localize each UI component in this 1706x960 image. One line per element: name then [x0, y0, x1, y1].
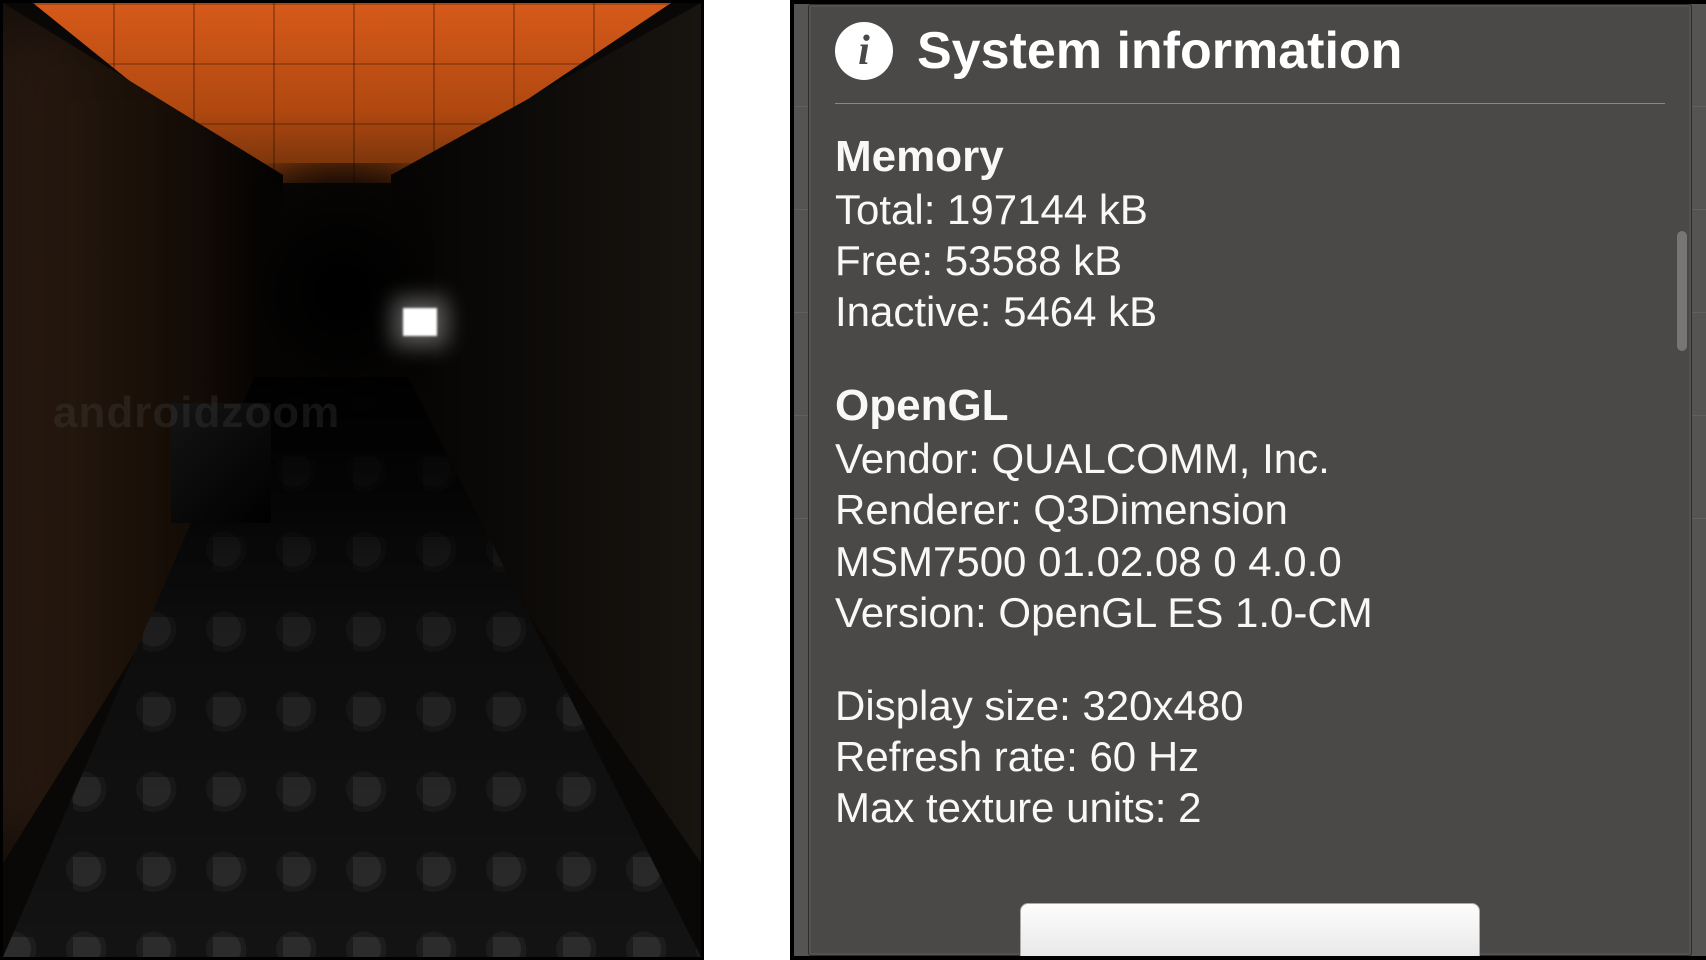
opengl-version: Version: OpenGL ES 1.0-CM [835, 587, 1665, 638]
dialog-title: System information [917, 21, 1402, 81]
screenshot-divider [704, 0, 790, 960]
dialog-body[interactable]: Memory Total: 197144 kB Free: 53588 kB I… [835, 104, 1665, 834]
info-icon [835, 22, 893, 80]
ok-button[interactable] [1020, 903, 1480, 960]
memory-total: Total: 197144 kB [835, 184, 1665, 235]
opengl-renderer-line1: Renderer: Q3Dimension [835, 484, 1665, 535]
opengl-renderer-line2: MSM7500 01.02.08 0 4.0.0 [835, 536, 1665, 587]
display-refresh: Refresh rate: 60 Hz [835, 731, 1665, 782]
opengl-vendor: Vendor: QUALCOMM, Inc. [835, 433, 1665, 484]
opengl-section: OpenGL Vendor: QUALCOMM, Inc. Renderer: … [835, 379, 1665, 638]
system-information-dialog: System information Memory Total: 197144 … [808, 4, 1692, 956]
display-size: Display size: 320x480 [835, 680, 1665, 731]
display-section: Display size: 320x480 Refresh rate: 60 H… [835, 680, 1665, 834]
opengl-heading: OpenGL [835, 379, 1665, 433]
memory-section: Memory Total: 197144 kB Free: 53588 kB I… [835, 130, 1665, 337]
display-texunits: Max texture units: 2 [835, 782, 1665, 833]
corridor-crate [171, 403, 271, 523]
dialog-scrollbar[interactable] [1677, 231, 1687, 351]
memory-inactive: Inactive: 5464 kB [835, 286, 1665, 337]
corridor-screenshot: androidzoom [0, 0, 704, 960]
memory-free: Free: 53588 kB [835, 235, 1665, 286]
corridor-light [403, 308, 437, 336]
system-info-screenshot: Run full benchmark Run custom benchmark … [790, 0, 1706, 960]
dialog-header: System information [835, 15, 1665, 104]
memory-heading: Memory [835, 130, 1665, 184]
